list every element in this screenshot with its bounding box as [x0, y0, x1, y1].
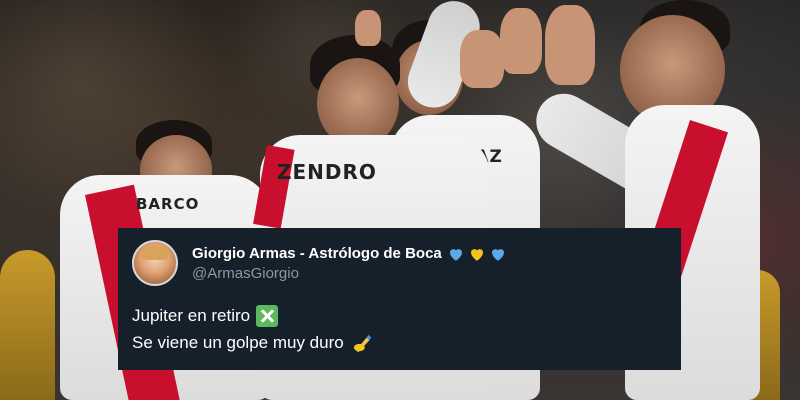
tweet-text: Jupiter en retiro Se viene un golpe muy … — [132, 302, 667, 356]
tweet-line-text: Se viene un golpe muy duro — [132, 333, 344, 352]
match-photo: BARCO NZO DIAZ ZENDRO Giorgio — [0, 0, 800, 400]
jersey-name-zendro: ZENDRO — [277, 160, 377, 184]
tweet-line: Jupiter en retiro — [132, 302, 667, 329]
user-handle[interactable]: @ArmasGiorgio — [192, 265, 510, 282]
tweet-header: Giorgio Armas - Astrólogo de Boca @Armas… — [132, 240, 667, 286]
blue-heart-icon — [491, 248, 504, 261]
heart-emojis — [447, 245, 510, 263]
yellow-heart-icon — [470, 248, 483, 261]
tweet-line-text: Jupiter en retiro — [132, 306, 251, 325]
display-name[interactable]: Giorgio Armas - Astrólogo de Boca — [192, 245, 442, 262]
tweet-card[interactable]: Giorgio Armas - Astrólogo de Boca @Armas… — [118, 228, 681, 370]
avatar[interactable] — [132, 240, 178, 286]
cross-mark-icon — [256, 304, 279, 327]
writing-hand-icon — [353, 334, 371, 352]
jersey-name-barco: BARCO — [136, 195, 200, 213]
blue-heart-icon — [449, 248, 462, 261]
raised-hand — [355, 10, 381, 46]
tweet-line: Se viene un golpe muy duro — [132, 329, 667, 356]
